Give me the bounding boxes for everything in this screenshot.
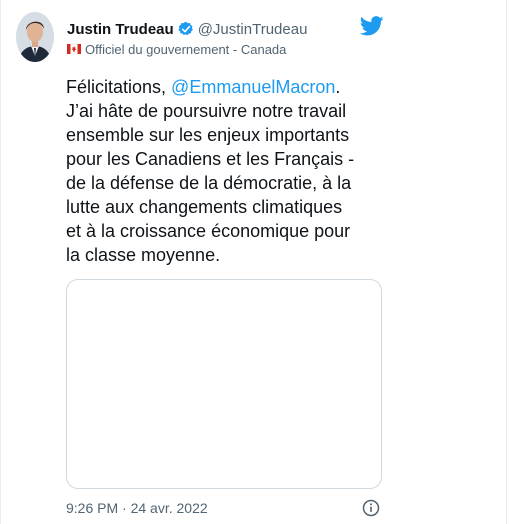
tweet-line-1-end: . <box>335 77 341 97</box>
canada-flag-icon <box>66 42 82 56</box>
tweet-line-4: pour les Canadiens et les Français - <box>66 149 355 169</box>
tweet-line-6: lutte aux changements climatiques <box>66 197 343 217</box>
verified-badge-icon <box>178 21 194 37</box>
tweet-line-1: Félicitations, @EmmanuelMacron. <box>66 75 401 99</box>
author-name-row: Justin Trudeau @JustinTrudeau <box>67 18 307 40</box>
author-affiliation-row: Officiel du gouvernement - Canada <box>66 40 287 58</box>
left-divider <box>0 0 1 524</box>
tweet-timestamp[interactable]: 9:26 PM · 24 avr. 2022 <box>66 500 208 516</box>
tweet-line-2: J’ai hâte de poursuivre notre travail <box>66 101 347 121</box>
media-card[interactable] <box>66 279 382 489</box>
tweet-line-7: et à la croissance économique pour <box>66 221 351 241</box>
tweet-line-1-start: Félicitations, <box>66 77 172 97</box>
mention-link[interactable]: @EmmanuelMacron <box>171 77 335 97</box>
tweet-text: Félicitations, @EmmanuelMacron. J’ai hât… <box>66 75 401 267</box>
tweet-line-5: de la défense de la démocratie, à la <box>66 173 352 193</box>
twitter-bird-icon[interactable] <box>359 16 384 36</box>
info-icon[interactable] <box>362 499 380 517</box>
avatar-photo-icon <box>16 12 54 62</box>
author-affiliation: Officiel du gouvernement - Canada <box>85 41 287 57</box>
right-divider <box>506 0 507 524</box>
tweet-line-3: ensemble sur les enjeux importants <box>66 125 350 145</box>
author-display-name[interactable]: Justin Trudeau <box>67 21 174 38</box>
author-handle[interactable]: @JustinTrudeau <box>198 21 308 38</box>
tweet-line-8: la classe moyenne. <box>66 245 221 265</box>
tweet-embed: Justin Trudeau @JustinTrudeau Officiel d… <box>0 0 510 524</box>
avatar[interactable] <box>16 12 54 62</box>
